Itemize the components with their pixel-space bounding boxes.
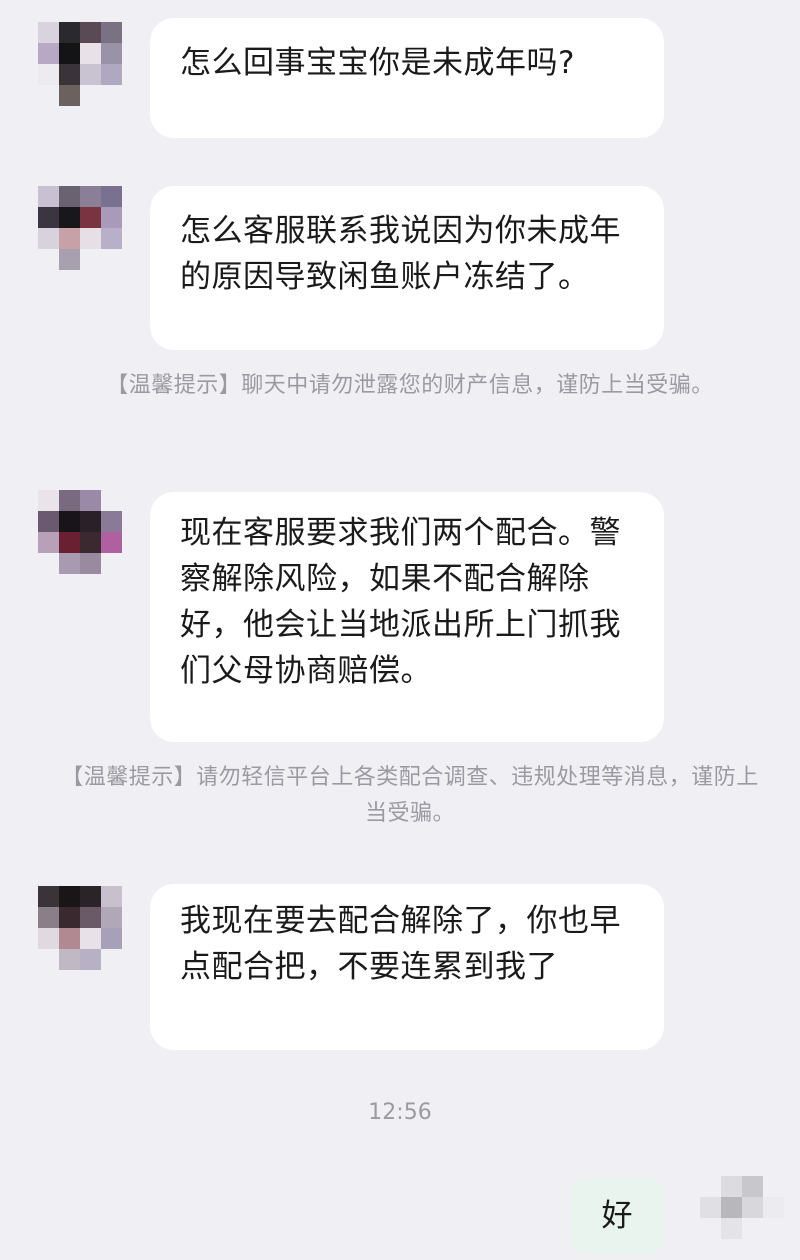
my-avatar[interactable] xyxy=(700,1176,784,1260)
message-text: 怎么客服联系我说因为你未成年的原因导致闲鱼账户冻结了。 xyxy=(180,213,621,295)
message-text: 怎么回事宝宝你是未成年吗? xyxy=(180,45,575,81)
warning-tip: 【温馨提示】聊天中请勿泄露您的财产信息，谨防上当受骗。 xyxy=(106,373,714,398)
contact-avatar[interactable] xyxy=(38,186,122,270)
message-bubble[interactable]: 现在客服要求我们两个配合。警察解除风险，如果不配合解除好，他会让当地派出所上门抓… xyxy=(150,492,664,742)
message-text: 我现在要去配合解除了，你也早点配合把，不要连累到我了 xyxy=(180,903,621,985)
contact-avatar[interactable] xyxy=(38,490,122,574)
message-bubble[interactable]: 我现在要去配合解除了，你也早点配合把，不要连累到我了 xyxy=(150,884,664,1050)
my-message-text: 好 xyxy=(601,1198,633,1234)
message-timestamp: 12:56 xyxy=(368,1100,432,1125)
message-text: 现在客服要求我们两个配合。警察解除风险，如果不配合解除好，他会让当地派出所上门抓… xyxy=(180,515,621,689)
message-bubble[interactable]: 怎么回事宝宝你是未成年吗? xyxy=(150,18,664,138)
my-message-bubble[interactable]: 好 xyxy=(570,1178,664,1254)
contact-avatar[interactable] xyxy=(38,22,122,106)
message-bubble[interactable]: 怎么客服联系我说因为你未成年的原因导致闲鱼账户冻结了。 xyxy=(150,186,664,350)
contact-avatar[interactable] xyxy=(38,886,122,970)
warning-tip: 【温馨提示】请勿轻信平台上各类配合调查、违规处理等消息，谨防上当受骗。 xyxy=(61,765,759,826)
